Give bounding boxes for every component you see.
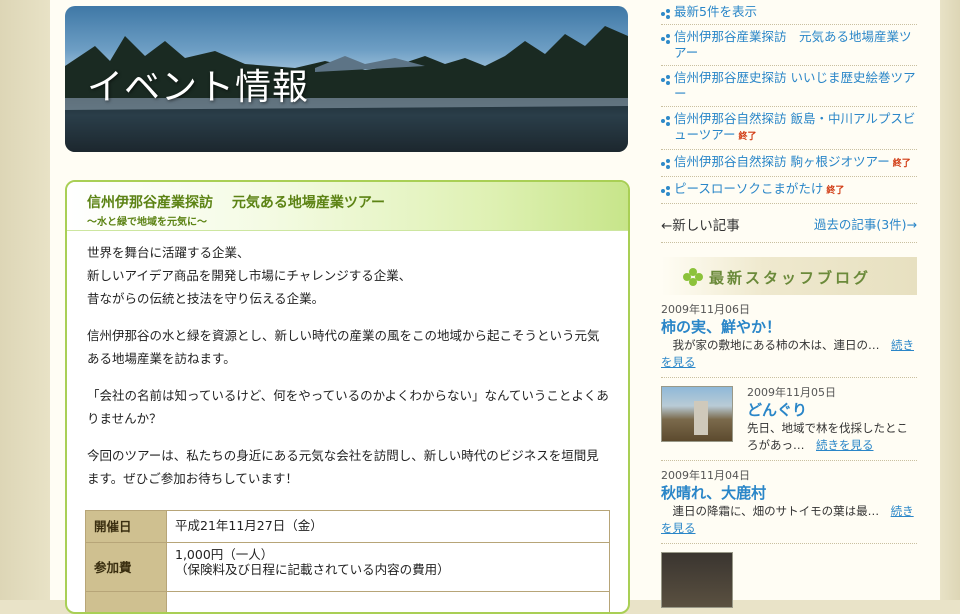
post-excerpt: 我が家の敷地にある柿の木は、連日の… 続きを見る — [661, 337, 917, 371]
article-body: 世界を舞台に活躍する企業、 新しいアイデア商品を開発し市場にチャレンジする企業、… — [67, 231, 628, 614]
post-title[interactable]: 秋晴れ、大鹿村 — [661, 483, 917, 503]
sidebar-link-geo[interactable]: 信州伊那谷自然探訪 駒ヶ根ジオツアー終了 — [674, 154, 911, 172]
info-key: 参加費 — [86, 543, 167, 592]
post-thumbnail[interactable] — [661, 386, 733, 442]
read-more-link[interactable]: 続きを見る — [816, 438, 874, 452]
sidebar-link-rekishi[interactable]: 信州伊那谷歴史探訪 いいじま歴史絵巻ツアー — [674, 70, 917, 102]
post-date: 2009年11月05日 — [747, 384, 917, 400]
ended-badge: 終了 — [893, 159, 911, 169]
ended-badge: 終了 — [826, 186, 844, 196]
right-background-strip — [940, 0, 960, 600]
event-info-table: 開催日 平成21年11月27日（金） 参加費 1,000円（一人） （保険料及び… — [85, 510, 610, 614]
info-key: 開催日 — [86, 511, 167, 543]
table-row: 開催日 平成21年11月27日（金） — [86, 511, 610, 543]
table-row: 参加費 1,000円（一人） （保険料及び日程に記載されている内容の費用） — [86, 543, 610, 592]
ended-badge: 終了 — [739, 132, 757, 142]
post-date: 2009年11月06日 — [661, 301, 917, 317]
paragraph: 今回のツアーは、私たちの身近にある元気な会社を訪問し、新しい時代のビジネスを垣間… — [87, 444, 610, 490]
list-item[interactable]: 信州伊那谷自然探訪 飯島・中川アルプスビューツアー終了 — [661, 107, 917, 150]
list-item[interactable]: 信州伊那谷自然探訪 駒ヶ根ジオツアー終了 — [661, 150, 917, 177]
blog-post: 2009年11月06日 柿の実、鮮やか！ 我が家の敷地にある柿の木は、連日の… … — [661, 295, 917, 378]
article-title: 信州伊那谷産業探訪 元気ある地場産業ツアー — [87, 192, 385, 212]
bullet-dots-icon — [661, 159, 674, 169]
post-title[interactable]: どんぐり — [747, 400, 917, 420]
paragraph: 信州伊那谷の水と緑を資源とし、新しい時代の産業の風をこの地域から起こそうという元… — [87, 324, 610, 370]
list-item[interactable]: 最新5件を表示 — [661, 0, 917, 25]
list-item[interactable]: 信州伊那谷歴史探訪 いいじま歴史絵巻ツアー — [661, 66, 917, 107]
post-date: 2009年11月04日 — [661, 467, 917, 483]
post-excerpt: 先日、地域で林を伐採したところがあっ… 続きを見る — [747, 420, 917, 454]
list-item[interactable]: 信州伊那谷産業探訪 元気ある地場産業ツアー — [661, 25, 917, 66]
event-article: 信州伊那谷産業探訪 元気ある地場産業ツアー ～水と緑で地域を元気に～ 世界を舞台… — [65, 180, 630, 614]
bullet-dots-icon — [661, 75, 674, 85]
staff-blog-title: 最新スタッフブログ — [709, 267, 871, 288]
article-subtitle: ～水と緑で地域を元気に～ — [87, 213, 207, 228]
post-excerpt: 連日の降霜に、畑のサトイモの葉は最… 続きを見る — [661, 503, 917, 537]
paragraph: 世界を舞台に活躍する企業、 新しいアイデア商品を開発し市場にチャレンジする企業、… — [87, 241, 610, 310]
table-row — [86, 592, 610, 614]
article-header: 信州伊那谷産業探訪 元気ある地場産業ツアー ～水と緑で地域を元気に～ — [67, 182, 628, 231]
sidebar-link-alps[interactable]: 信州伊那谷自然探訪 飯島・中川アルプスビューツアー終了 — [674, 111, 917, 145]
sidebar: 最新5件を表示 信州伊那谷産業探訪 元気ある地場産業ツアー 信州伊那谷歴史探訪 … — [661, 0, 917, 614]
blog-post: 2009年11月04日 秋晴れ、大鹿村 連日の降霜に、畑のサトイモの葉は最… 続… — [661, 461, 917, 544]
sidebar-link-candle[interactable]: ピースローソクこまがたけ終了 — [674, 181, 844, 199]
staff-blog-heading: 最新スタッフブログ — [661, 257, 917, 295]
blog-post — [661, 544, 917, 614]
blog-post: 2009年11月05日 どんぐり 先日、地域で林を伐採したところがあっ… 続きを… — [661, 378, 917, 461]
page-title: イベント情報 — [87, 58, 309, 110]
post-title[interactable]: 柿の実、鮮やか！ — [661, 317, 917, 337]
bullet-dots-icon — [661, 9, 674, 19]
sidebar-link-latest[interactable]: 最新5件を表示 — [674, 4, 757, 20]
event-link-list: 最新5件を表示 信州伊那谷産業探訪 元気ある地場産業ツアー 信州伊那谷歴史探訪 … — [661, 0, 917, 204]
sidebar-link-sangyo[interactable]: 信州伊那谷産業探訪 元気ある地場産業ツアー — [674, 29, 917, 61]
list-item[interactable]: ピースローソクこまがたけ終了 — [661, 177, 917, 204]
bullet-dots-icon — [661, 116, 674, 126]
newer-articles-link[interactable]: ←新しい記事 — [661, 214, 740, 234]
article-pager: ←新しい記事 過去の記事(3件)→ — [661, 204, 917, 243]
bullet-dots-icon — [661, 34, 674, 44]
left-background-strip — [0, 0, 50, 600]
older-articles-link[interactable]: 過去の記事(3件)→ — [814, 214, 917, 234]
event-banner: イベント情報 — [65, 6, 628, 152]
clover-icon — [683, 268, 703, 286]
paragraph: 「会社の名前は知っているけど、何をやっているのかよくわからない」なんていうことよ… — [87, 384, 610, 430]
info-value: 1,000円（一人） （保険料及び日程に記載されている内容の費用） — [167, 543, 610, 592]
bullet-dots-icon — [661, 186, 674, 196]
info-value: 平成21年11月27日（金） — [167, 511, 610, 543]
